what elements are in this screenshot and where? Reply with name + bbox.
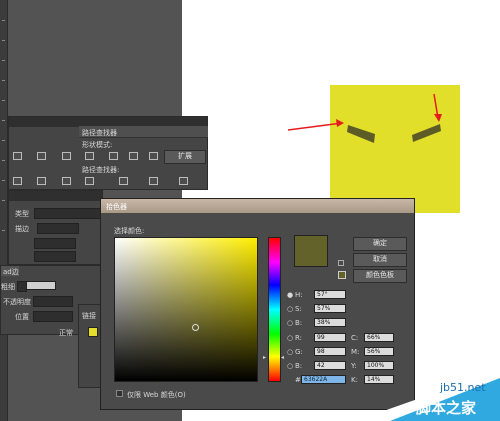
tool-strip [0, 0, 8, 421]
exclude-icon[interactable] [85, 152, 94, 160]
pathfinder-label: 路径查找器: [82, 166, 120, 174]
ratio-select[interactable] [34, 251, 76, 262]
web-safe-icon[interactable] [338, 271, 346, 279]
cancel-button[interactable]: 取消 [353, 253, 407, 267]
links-tab[interactable]: 链接 [82, 311, 96, 321]
watermark-site: jb51.net [440, 381, 486, 394]
angle-select[interactable] [34, 238, 76, 249]
minus-back-icon[interactable] [149, 177, 158, 185]
y-label: Y: [351, 362, 357, 370]
out-of-gamut-icon[interactable] [338, 260, 344, 266]
merge-icon[interactable] [62, 177, 71, 185]
b-field[interactable]: 38% [314, 318, 346, 327]
s-radio-icon[interactable]: ○ [287, 305, 293, 313]
current-color-swatch [294, 235, 328, 267]
hue-arrow-left-icon[interactable]: ▸ [263, 354, 266, 361]
shape-mode-icon[interactable] [129, 152, 138, 160]
yellow-box[interactable] [330, 85, 460, 213]
select-color-label: 选择颜色: [114, 227, 145, 235]
opacity-label: 不透明度 [3, 298, 31, 306]
g-field[interactable]: 98 [314, 347, 346, 356]
crop-icon[interactable] [85, 177, 94, 185]
picker-titlebar[interactable] [101, 199, 414, 213]
opacity-field[interactable] [33, 296, 73, 307]
h-radio-icon[interactable]: ● [287, 291, 293, 299]
watermark-name: 脚本之家 [416, 399, 477, 417]
s-field[interactable]: 57% [314, 304, 346, 313]
web-only-checkbox[interactable] [116, 390, 123, 397]
expand-button[interactable]: 扩展 [164, 150, 206, 164]
g-radio-icon[interactable]: ○ [287, 348, 293, 356]
web-only-label: 仅限 Web 颜色(O) [127, 391, 186, 399]
stroke-label: 描边 [15, 225, 29, 233]
color-field-cursor[interactable] [192, 324, 199, 331]
blue-field[interactable]: 42 [314, 361, 346, 370]
stroke-select[interactable] [37, 223, 79, 234]
gradient-tab-label: ad边 [3, 268, 19, 276]
pathfinder-panel: 路径查找器 形状模式: 扩展 路径查找器: [8, 116, 208, 190]
picker-title: 拾色器 [106, 203, 127, 211]
hex-field[interactable]: 63622A [301, 375, 346, 384]
h-label: H: [295, 291, 303, 299]
properties-panel: 类型 描边 [8, 190, 104, 265]
swatches-button[interactable]: 颜色色板 [353, 269, 407, 283]
pathfinder-title: 路径查找器 [82, 129, 117, 137]
weight-field[interactable] [26, 281, 56, 290]
pathfinder-icon[interactable] [179, 177, 188, 185]
type-label: 类型 [15, 210, 29, 218]
normal-label: 正常 [59, 329, 73, 337]
intersect-icon[interactable] [62, 152, 71, 160]
r-label: R: [295, 334, 303, 342]
position-label: 位置 [15, 313, 29, 321]
hex-label: # [295, 376, 301, 384]
r-field[interactable]: 99 [314, 333, 346, 342]
type-select[interactable] [34, 208, 104, 219]
r-radio-icon[interactable]: ○ [287, 334, 293, 342]
shape-mode-icon[interactable] [149, 152, 158, 160]
ok-button[interactable]: 确定 [353, 237, 407, 251]
c-field[interactable]: 66% [364, 333, 394, 342]
shape-modes-label: 形状模式: [82, 141, 113, 149]
hue-slider[interactable] [268, 237, 281, 382]
blue-radio-icon[interactable]: ○ [287, 362, 293, 370]
weight-label: 粗细 [1, 283, 15, 291]
link-thumbnail[interactable] [88, 327, 98, 337]
minus-front-icon[interactable] [37, 152, 46, 160]
divide-icon[interactable] [13, 177, 22, 185]
h-field[interactable]: 57° [314, 290, 346, 299]
blue-label: B: [295, 362, 303, 370]
outline-icon[interactable] [119, 177, 128, 185]
trim-icon[interactable] [37, 177, 46, 185]
b-radio-icon[interactable]: ○ [287, 319, 293, 327]
shape-mode-icon[interactable] [109, 152, 118, 160]
y-field[interactable]: 100% [364, 361, 394, 370]
properties-tabbar[interactable] [9, 191, 102, 201]
position-field[interactable] [33, 311, 73, 322]
g-label: G: [295, 348, 303, 356]
c-label: C: [351, 334, 359, 342]
color-field[interactable] [114, 237, 258, 382]
m-label: M: [351, 348, 360, 356]
m-field[interactable]: 56% [364, 347, 394, 356]
hue-arrow-right-icon[interactable]: ◂ [281, 354, 284, 361]
unite-icon[interactable] [13, 152, 22, 160]
s-label: S: [295, 305, 302, 313]
b-label: B: [295, 319, 303, 327]
